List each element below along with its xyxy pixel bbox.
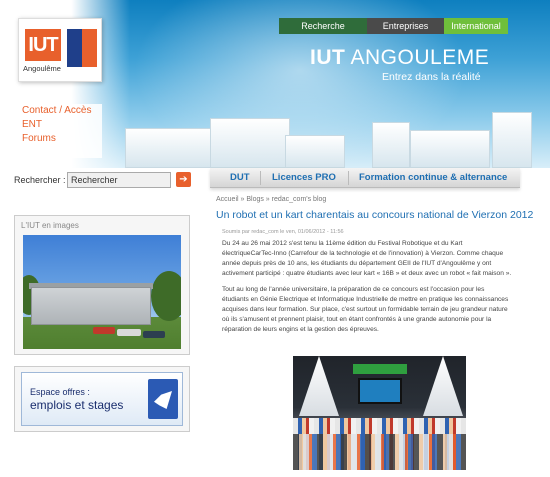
article-title[interactable]: Un robot et un kart charentais au concou… [216,209,533,221]
search-label: Rechercher : [14,175,66,185]
building-graphic [410,130,490,168]
brand-bold: IUT [310,46,346,69]
search-button[interactable]: ➔ [176,172,191,187]
car-shape [93,327,115,334]
tab-separator [260,171,261,185]
event-photo[interactable] [293,356,466,470]
tent-shape [423,356,463,416]
tab-separator [348,171,349,185]
search-input[interactable]: Rechercher [67,172,171,188]
link-forums[interactable]: Forums [18,132,102,146]
tab-licences-pro[interactable]: Licences PRO [272,172,336,183]
offers-line2: emplois et stages [30,398,124,412]
building-graphic [210,118,290,168]
tree-shape [151,271,181,321]
car-shape [143,331,165,338]
tab-dut[interactable]: DUT [230,172,250,183]
car-shape [117,329,141,336]
main-tabs: DUT Licences PRO Formation continue & al… [210,168,520,188]
site-tagline: Entrez dans la réalité [382,71,481,83]
nav-entreprises[interactable]: Entreprises [367,18,444,34]
site-brand: IUT ANGOULEME [310,46,489,70]
article-paragraph: Tout au long de l'année universitaire, l… [222,286,509,333]
building-graphic [492,112,532,168]
images-box: L'IUT en images [14,215,190,355]
crowd-shape [293,434,466,470]
brand-rest: ANGOULEME [345,46,490,69]
link-contact[interactable]: Contact / Accès [18,104,102,118]
stage-screen [358,378,402,404]
nav-international[interactable]: International [444,18,508,34]
arrow-right-icon: ➔ [179,174,188,185]
breadcrumb[interactable]: Accueil » Blogs » redac_com's blog [216,196,326,203]
building-graphic [285,135,345,168]
offers-line1: Espace offres : [30,387,90,397]
tent-shape [299,356,339,416]
logo-city: Angoulême [23,64,61,73]
building-graphic [372,122,410,168]
stage-banner [353,364,407,374]
offers-banner[interactable]: Espace offres : emplois et stages [21,372,183,426]
nav-recherche[interactable]: Recherche [279,18,367,34]
building-graphic [125,128,215,168]
article-meta: Soumis par redac_com le ven, 01/06/2012 … [222,229,344,235]
offers-box[interactable]: Espace offres : emplois et stages [14,366,190,432]
quick-links: Contact / Accès ENT Forums [18,104,102,158]
logo-iut-text: IUT [25,29,61,61]
university-emblem-icon [67,29,97,67]
building-wall [31,287,151,325]
images-box-title: L'IUT en images [21,221,79,230]
tab-formation-continue[interactable]: Formation continue & alternance [359,172,507,183]
article-paragraph: Du 24 au 26 mai 2012 s'est tenu la 11ème… [222,240,512,277]
megaphone-icon [148,379,178,419]
link-ent[interactable]: ENT [18,118,102,132]
iut-logo[interactable]: IUT Angoulême [18,18,102,82]
campus-photo[interactable] [23,235,181,349]
